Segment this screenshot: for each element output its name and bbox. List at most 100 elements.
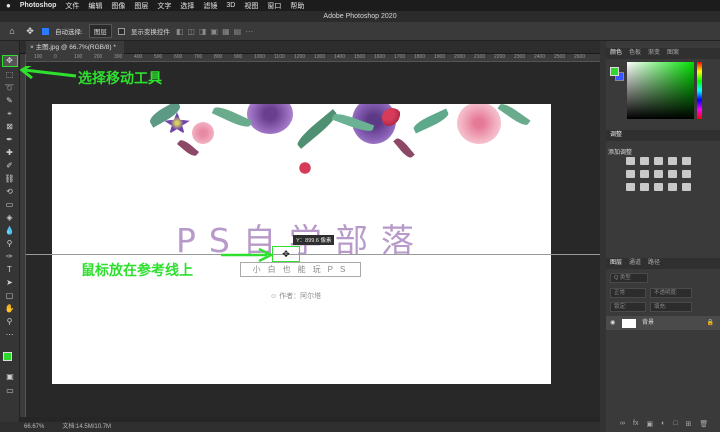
menu-app-name[interactable]: Photoshop: [20, 2, 57, 9]
transform-controls-checkbox[interactable]: [117, 27, 125, 35]
align-center-icon[interactable]: ◫: [187, 27, 195, 36]
channel-mixer-icon[interactable]: [682, 170, 691, 178]
menu-layer[interactable]: 图层: [134, 1, 148, 11]
posterize-icon[interactable]: [640, 183, 649, 191]
color-balance-icon[interactable]: [640, 170, 649, 178]
zoom-tool-icon[interactable]: ⚲: [3, 317, 17, 327]
align-right-icon[interactable]: ◨: [199, 27, 207, 36]
brush-tool-icon[interactable]: ✐: [3, 161, 17, 171]
lasso-tool-icon[interactable]: ➰: [3, 83, 17, 93]
add-mask-icon[interactable]: ▣: [646, 420, 653, 430]
close-tab-icon[interactable]: ×: [30, 44, 34, 51]
exposure-icon[interactable]: [668, 157, 677, 165]
brightness-contrast-icon[interactable]: [626, 157, 635, 165]
layer-lock-icon: 🔒: [706, 320, 714, 326]
type-tool-icon[interactable]: T: [3, 265, 17, 275]
clone-stamp-tool-icon[interactable]: ⛓: [3, 174, 17, 184]
eyedropper-tool-icon[interactable]: ✒: [3, 135, 17, 145]
menu-filter[interactable]: 滤镜: [203, 1, 217, 11]
tab-adjustments[interactable]: 调整: [610, 130, 622, 141]
link-layers-icon[interactable]: ∞: [620, 420, 625, 430]
align-middle-icon[interactable]: ▦: [222, 27, 230, 36]
hue-slider[interactable]: [697, 62, 702, 119]
tools-panel: ✥ ⬚ ➰ ✎ ⌖ ⊠ ✒ ✚ ✐ ⛓ ⟲ ▭ ◈ 💧 ⚲ ✑ T ➤ ▢ ✋ …: [0, 41, 20, 422]
lock-label[interactable]: 锁定:: [610, 302, 646, 312]
layer-kind-filter[interactable]: Q 类型: [610, 273, 648, 283]
layer-style-icon[interactable]: fx: [633, 420, 638, 430]
menu-edit[interactable]: 编辑: [88, 1, 102, 11]
new-layer-icon[interactable]: ⊞: [686, 420, 692, 430]
visibility-eye-icon[interactable]: ◉: [610, 316, 615, 330]
document-tab[interactable]: × 主图.jpg @ 66.7%(RGB/8) *: [26, 41, 124, 54]
screen-mode-icon[interactable]: ▭: [3, 386, 17, 396]
quick-mask-icon[interactable]: ▣: [3, 372, 17, 382]
pen-tool-icon[interactable]: ✑: [3, 252, 17, 262]
gradient-map-icon[interactable]: [668, 183, 677, 191]
tab-color[interactable]: 颜色: [610, 48, 622, 59]
dodge-tool-icon[interactable]: ⚲: [3, 239, 17, 249]
paint-bucket-tool-icon[interactable]: ◈: [3, 213, 17, 223]
foreground-color-swatch[interactable]: [3, 352, 12, 361]
menu-help[interactable]: 帮助: [290, 1, 304, 11]
transform-controls-label: 显示变换控件: [130, 29, 170, 36]
tab-channels[interactable]: 通道: [629, 258, 641, 269]
curves-icon[interactable]: [654, 157, 663, 165]
menu-select[interactable]: 选择: [180, 1, 194, 11]
blur-tool-icon[interactable]: 💧: [3, 226, 17, 236]
menu-file[interactable]: 文件: [65, 1, 79, 11]
zoom-level[interactable]: 66.67%: [24, 422, 44, 432]
new-adjustment-icon[interactable]: ◐: [661, 420, 665, 430]
auto-select-checkbox[interactable]: [42, 27, 49, 35]
auto-select-dropdown[interactable]: 图层: [88, 24, 112, 38]
tab-swatches[interactable]: 色板: [629, 48, 641, 59]
opacity-label[interactable]: 不透明度:: [650, 288, 692, 298]
threshold-icon[interactable]: [654, 183, 663, 191]
move-tool-icon[interactable]: ✥: [1, 55, 18, 67]
align-top-icon[interactable]: ▣: [211, 27, 219, 36]
hand-tool-icon[interactable]: ✋: [3, 304, 17, 314]
marquee-tool-icon[interactable]: ⬚: [3, 70, 17, 80]
tab-layers[interactable]: 图层: [610, 258, 622, 269]
align-bottom-icon[interactable]: ▤: [234, 27, 242, 36]
menu-type[interactable]: 文字: [157, 1, 171, 11]
more-options-icon[interactable]: ⋯: [245, 27, 253, 36]
menu-image[interactable]: 图像: [111, 1, 125, 11]
panel-foreground-color[interactable]: [610, 67, 619, 76]
move-tool-preset-icon[interactable]: ✥: [24, 25, 36, 37]
tab-paths[interactable]: 路径: [648, 258, 660, 269]
apple-icon[interactable]: ●: [6, 1, 11, 10]
menu-window[interactable]: 窗口: [267, 1, 281, 11]
layer-row-background[interactable]: ◉ 背景 🔒: [606, 316, 720, 330]
more-tools-icon[interactable]: ⋯: [3, 330, 17, 340]
photo-filter-icon[interactable]: [668, 170, 677, 178]
crop-tool-icon[interactable]: ⌖: [3, 109, 17, 119]
blend-mode-dropdown[interactable]: 正常: [610, 288, 646, 298]
selective-color-icon[interactable]: [682, 183, 691, 191]
healing-brush-tool-icon[interactable]: ✚: [3, 148, 17, 158]
tab-gradients[interactable]: 渐变: [648, 48, 660, 59]
fill-label[interactable]: 填充:: [650, 302, 692, 312]
new-group-icon[interactable]: □: [673, 420, 677, 430]
horizontal-ruler[interactable]: 100 0 100 200 300 400 500 600 700 800 90…: [26, 54, 600, 62]
delete-layer-icon[interactable]: 🗑: [699, 420, 708, 430]
quick-select-tool-icon[interactable]: ✎: [3, 96, 17, 106]
align-left-icon[interactable]: ◧: [176, 27, 184, 36]
horizontal-guide-line[interactable]: [26, 254, 600, 255]
rectangle-tool-icon[interactable]: ▢: [3, 291, 17, 301]
path-select-tool-icon[interactable]: ➤: [3, 278, 17, 288]
vibrance-icon[interactable]: [682, 157, 691, 165]
tab-patterns[interactable]: 图案: [667, 48, 679, 59]
hue-saturation-icon[interactable]: [626, 170, 635, 178]
menu-view[interactable]: 视图: [244, 1, 258, 11]
eraser-tool-icon[interactable]: ▭: [3, 200, 17, 210]
history-brush-tool-icon[interactable]: ⟲: [3, 187, 17, 197]
invert-icon[interactable]: [626, 183, 635, 191]
menu-3d[interactable]: 3D: [226, 2, 235, 9]
frame-tool-icon[interactable]: ⊠: [3, 122, 17, 132]
layers-panel-footer: ∞ fx ▣ ◐ □ ⊞ 🗑: [606, 420, 720, 430]
levels-icon[interactable]: [640, 157, 649, 165]
home-icon[interactable]: ⌂: [6, 25, 18, 37]
black-white-icon[interactable]: [654, 170, 663, 178]
document-size[interactable]: 文档:14.5M/10.7M: [62, 422, 111, 432]
color-picker-field[interactable]: [627, 62, 694, 119]
